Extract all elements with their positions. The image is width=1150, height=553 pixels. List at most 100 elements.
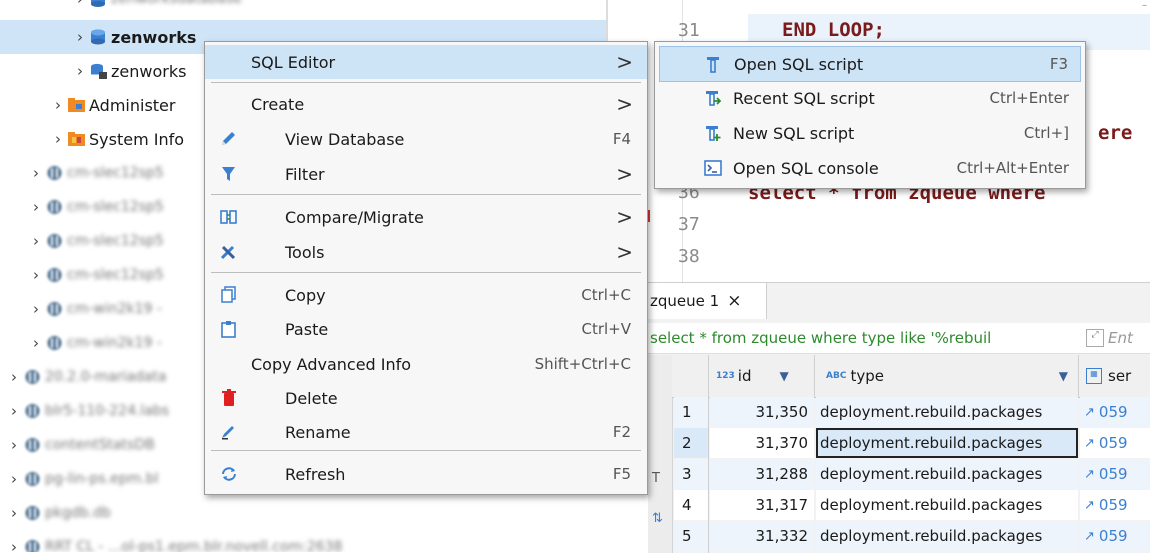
tree-row-label: RRT CL - ...ol-ps1.epm.blr.novell.com:26… bbox=[45, 539, 343, 552]
chevron-right-icon[interactable]: › bbox=[8, 436, 20, 454]
code-line-tail[interactable]: ere bbox=[1098, 122, 1132, 144]
chevron-right-icon[interactable]: › bbox=[30, 266, 42, 284]
console-icon bbox=[703, 159, 723, 177]
row-number[interactable]: 4 bbox=[674, 490, 708, 520]
connection-icon bbox=[24, 403, 41, 419]
paste-icon bbox=[219, 320, 239, 338]
panel-toggle-icon[interactable]: ⇅ bbox=[652, 511, 663, 526]
submenu-item-label: New SQL script bbox=[733, 123, 855, 143]
delete-icon bbox=[219, 389, 239, 407]
chevron-right-icon[interactable]: › bbox=[74, 0, 86, 8]
query-filter-bar[interactable]: select * from zqueue where type like '%r… bbox=[648, 323, 1150, 354]
chevron-right-icon: > bbox=[616, 162, 633, 186]
menu-item[interactable]: Compare/Migrate > bbox=[205, 200, 647, 234]
menu-item[interactable]: SQL Editor > bbox=[205, 45, 647, 79]
cell-ser[interactable]: ↗ 059 bbox=[1080, 490, 1150, 520]
column-label: type bbox=[850, 367, 884, 385]
row-number[interactable]: 2 bbox=[674, 428, 708, 458]
menu-item[interactable]: Rename F2 bbox=[205, 415, 647, 449]
cell-type[interactable]: deployment.rebuild.packages bbox=[816, 490, 1078, 520]
menu-item-shortcut: F4 bbox=[612, 130, 631, 148]
menu-item[interactable]: Copy Advanced Info Shift+Ctrl+C bbox=[205, 347, 647, 381]
submenu-item[interactable]: New SQL script Ctrl+] bbox=[659, 116, 1081, 150]
chevron-right-icon[interactable]: › bbox=[30, 300, 42, 318]
menu-item[interactable]: View Database F4 bbox=[205, 122, 647, 156]
menu-item[interactable]: Refresh F5 bbox=[205, 457, 647, 491]
window-min-icon[interactable]: – bbox=[1142, 0, 1150, 11]
tree-row-label: blr5-110-224.labs bbox=[45, 403, 170, 419]
chevron-right-icon[interactable]: › bbox=[8, 538, 20, 552]
cell-id[interactable]: 31,332 bbox=[710, 521, 814, 551]
cell-id[interactable]: 31,288 bbox=[710, 459, 814, 489]
chevron-right-icon[interactable]: › bbox=[30, 334, 42, 352]
chevron-right-icon[interactable]: › bbox=[30, 232, 42, 250]
row-number[interactable]: 5 bbox=[674, 521, 708, 551]
code-line[interactable]: END LOOP; bbox=[782, 19, 885, 41]
tree-row-partial[interactable]: › zenworksdatabase bbox=[0, 0, 606, 16]
tree-row[interactable]: › pkgdb.db bbox=[0, 496, 606, 530]
chevron-right-icon[interactable]: › bbox=[8, 504, 20, 522]
column-header-id[interactable]: 123 id ▼ bbox=[710, 355, 815, 397]
submenu-item[interactable]: Open SQL console Ctrl+Alt+Enter bbox=[659, 151, 1081, 185]
chevron-right-icon[interactable]: › bbox=[8, 470, 20, 488]
cell-value: 059 bbox=[1098, 434, 1128, 452]
menu-item-label: Tools bbox=[285, 242, 325, 262]
submenu-item[interactable]: Open SQL script F3 bbox=[659, 46, 1081, 82]
chevron-right-icon[interactable]: › bbox=[74, 62, 86, 80]
menu-item-shortcut: Shift+Ctrl+C bbox=[534, 355, 631, 373]
link-icon[interactable]: ↗ bbox=[1084, 529, 1095, 544]
expand-icon[interactable]: ⤢ bbox=[1086, 329, 1104, 347]
chevron-right-icon[interactable]: › bbox=[52, 130, 64, 148]
menu-item[interactable]: Delete bbox=[205, 381, 647, 415]
dropdown-arrow-icon[interactable]: ▼ bbox=[780, 369, 789, 383]
cell-id[interactable]: 31,317 bbox=[710, 490, 814, 520]
menu-item[interactable]: Copy Ctrl+C bbox=[205, 278, 647, 312]
row-number[interactable]: 3 bbox=[674, 459, 708, 489]
side-tab-label[interactable]: T bbox=[652, 471, 660, 486]
cell-ser[interactable]: ↗ 059 bbox=[1080, 428, 1150, 458]
tab-zqueue-1[interactable]: zqueue 1 × bbox=[648, 283, 767, 319]
menu-item[interactable]: Create > bbox=[205, 87, 647, 121]
chevron-right-icon[interactable]: › bbox=[8, 402, 20, 420]
menu-item[interactable]: Filter > bbox=[205, 157, 647, 191]
tree-row-label: zenworks bbox=[111, 61, 187, 81]
connection-icon bbox=[46, 165, 63, 181]
cell-type[interactable]: deployment.rebuild.packages bbox=[816, 521, 1078, 551]
row-number[interactable]: 1 bbox=[674, 397, 708, 427]
cell-type[interactable]: deployment.rebuild.packages bbox=[816, 397, 1078, 427]
cell-value: 059 bbox=[1098, 403, 1128, 421]
tree-row[interactable]: › RRT CL - ...ol-ps1.epm.blr.novell.com:2… bbox=[0, 530, 606, 552]
column-header-ser[interactable]: ▦ ser bbox=[1080, 355, 1150, 397]
menu-item[interactable]: Tools > bbox=[205, 235, 647, 269]
menu-item-label: Filter bbox=[285, 164, 325, 184]
chevron-right-icon[interactable]: › bbox=[74, 28, 86, 46]
column-header-type[interactable]: ABC type ▼ bbox=[816, 355, 1079, 397]
cell-id[interactable]: 31,350 bbox=[710, 397, 814, 427]
admin-folder-icon bbox=[68, 97, 85, 113]
cell-ser[interactable]: ↗ 059 bbox=[1080, 459, 1150, 489]
chevron-right-icon[interactable]: › bbox=[30, 198, 42, 216]
cell-ser[interactable]: ↗ 059 bbox=[1080, 397, 1150, 427]
menu-separator bbox=[211, 194, 641, 195]
submenu-item[interactable]: Recent SQL script Ctrl+Enter bbox=[659, 81, 1081, 115]
cell-type[interactable]: deployment.rebuild.packages bbox=[816, 459, 1078, 489]
chevron-right-icon[interactable]: › bbox=[30, 164, 42, 182]
line-number: 37 bbox=[678, 214, 700, 235]
connection-icon bbox=[24, 539, 41, 552]
menu-item-label: Copy Advanced Info bbox=[251, 354, 412, 374]
chevron-right-icon[interactable]: › bbox=[8, 368, 20, 386]
close-icon[interactable]: × bbox=[727, 291, 741, 311]
link-icon[interactable]: ↗ bbox=[1084, 436, 1095, 451]
link-icon[interactable]: ↗ bbox=[1084, 498, 1095, 513]
menu-item[interactable]: Paste Ctrl+V bbox=[205, 312, 647, 346]
chevron-right-icon[interactable]: › bbox=[52, 96, 64, 114]
cell-type[interactable]: deployment.rebuild.packages bbox=[816, 428, 1078, 458]
link-icon[interactable]: ↗ bbox=[1084, 405, 1095, 420]
menu-item-shortcut: F2 bbox=[612, 423, 631, 441]
results-side-strip: T ⇅ bbox=[648, 355, 673, 553]
dropdown-arrow-icon[interactable]: ▼ bbox=[1059, 369, 1068, 383]
cell-ser[interactable]: ↗ 059 bbox=[1080, 521, 1150, 551]
link-icon[interactable]: ↗ bbox=[1084, 467, 1095, 482]
cell-id[interactable]: 31,370 bbox=[710, 428, 814, 458]
filter-input[interactable]: Ent bbox=[1108, 329, 1133, 347]
